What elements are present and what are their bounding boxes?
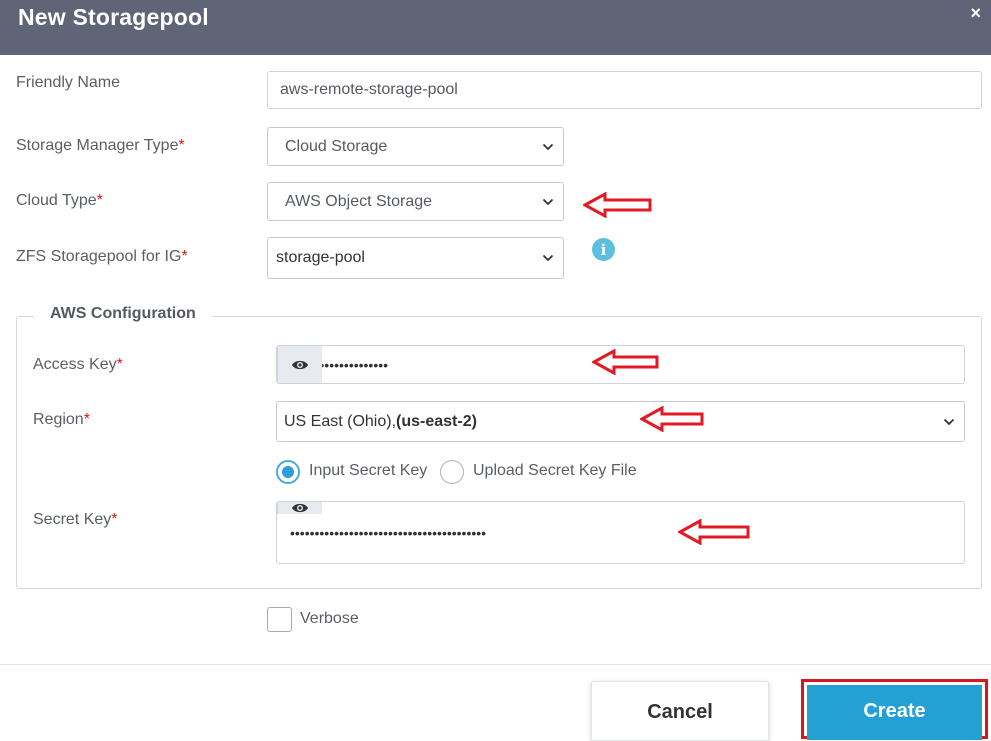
cancel-button-label: Cancel <box>647 701 713 723</box>
friendly-name-input[interactable]: aws-remote-storage-pool <box>267 71 982 109</box>
required-marker: * <box>116 356 123 373</box>
friendly-name-value: aws-remote-storage-pool <box>280 81 458 98</box>
cloud-type-label: Cloud Type* <box>16 192 103 210</box>
chevron-down-icon <box>943 418 955 425</box>
verbose-label[interactable]: Verbose <box>300 610 359 628</box>
input-secret-key-radio[interactable] <box>276 460 300 484</box>
secret-key-label-text: Secret Key <box>33 511 112 528</box>
cloud-type-label-text: Cloud Type <box>16 192 97 209</box>
cloud-type-select[interactable]: AWS Object Storage <box>267 182 564 221</box>
annotation-arrow-icon <box>583 192 652 218</box>
annotation-arrow-icon <box>640 406 704 432</box>
cloud-type-value: AWS Object Storage <box>285 192 433 210</box>
friendly-name-label-text: Friendly Name <box>16 74 121 91</box>
storage-manager-type-value: Cloud Storage <box>285 137 388 155</box>
dialog-title: New Storagepool <box>18 4 209 30</box>
zfs-storagepool-label: ZFS Storagepool for IG* <box>16 248 188 266</box>
zfs-storagepool-label-text: ZFS Storagepool for IG <box>16 248 182 265</box>
required-marker: * <box>178 137 185 154</box>
eye-icon <box>292 360 308 369</box>
aws-configuration-legend: AWS Configuration <box>34 305 212 323</box>
region-label: Region* <box>33 411 90 429</box>
secret-key-value: •••••••••••••••••••••••••••••••••••••••• <box>290 524 487 541</box>
required-marker: * <box>96 192 103 209</box>
region-label-text: Region <box>33 411 84 428</box>
chevron-down-icon <box>542 143 554 150</box>
required-marker: * <box>111 511 118 528</box>
zfs-storagepool-value: storage-pool <box>276 249 365 266</box>
storage-manager-type-label-text: Storage Manager Type <box>16 137 179 154</box>
storage-manager-type-label: Storage Manager Type* <box>16 137 185 155</box>
secret-key-input[interactable]: •••••••••••••••••••••••••••••••••••••••• <box>276 501 965 564</box>
chevron-down-icon <box>542 254 554 262</box>
upload-secret-key-file-label[interactable]: Upload Secret Key File <box>473 462 637 480</box>
access-key-label: Access Key* <box>33 356 123 374</box>
input-secret-key-label[interactable]: Input Secret Key <box>309 462 427 480</box>
required-marker: * <box>83 411 90 428</box>
create-button[interactable]: Create <box>807 685 982 740</box>
required-marker: * <box>181 248 188 265</box>
cancel-button[interactable]: Cancel <box>591 681 769 741</box>
verbose-checkbox[interactable] <box>267 607 292 632</box>
region-value-name: US East (Ohio), <box>284 412 397 430</box>
annotation-arrow-icon <box>678 519 750 545</box>
create-button-label: Create <box>863 700 926 722</box>
info-circle-icon[interactable]: i <box>592 238 615 261</box>
access-key-label-text: Access Key <box>33 356 117 373</box>
zfs-storagepool-select[interactable]: storage-pool <box>267 237 564 279</box>
annotation-arrow-icon <box>592 349 659 375</box>
close-icon[interactable]: × <box>970 3 981 24</box>
friendly-name-label: Friendly Name <box>16 74 120 92</box>
chevron-down-icon <box>542 198 554 205</box>
show-access-key-button[interactable] <box>277 346 322 383</box>
footer-divider <box>0 664 991 665</box>
region-select[interactable]: US East (Ohio), (us-east-2) <box>276 401 965 442</box>
storage-manager-type-select[interactable]: Cloud Storage <box>267 127 564 166</box>
show-secret-key-button[interactable] <box>277 502 322 514</box>
secret-key-label: Secret Key* <box>33 511 118 529</box>
dialog-header: New Storagepool × <box>0 0 991 55</box>
upload-secret-key-file-radio[interactable] <box>440 460 464 484</box>
region-value-code: (us-east-2) <box>396 412 477 430</box>
eye-icon <box>292 503 308 513</box>
